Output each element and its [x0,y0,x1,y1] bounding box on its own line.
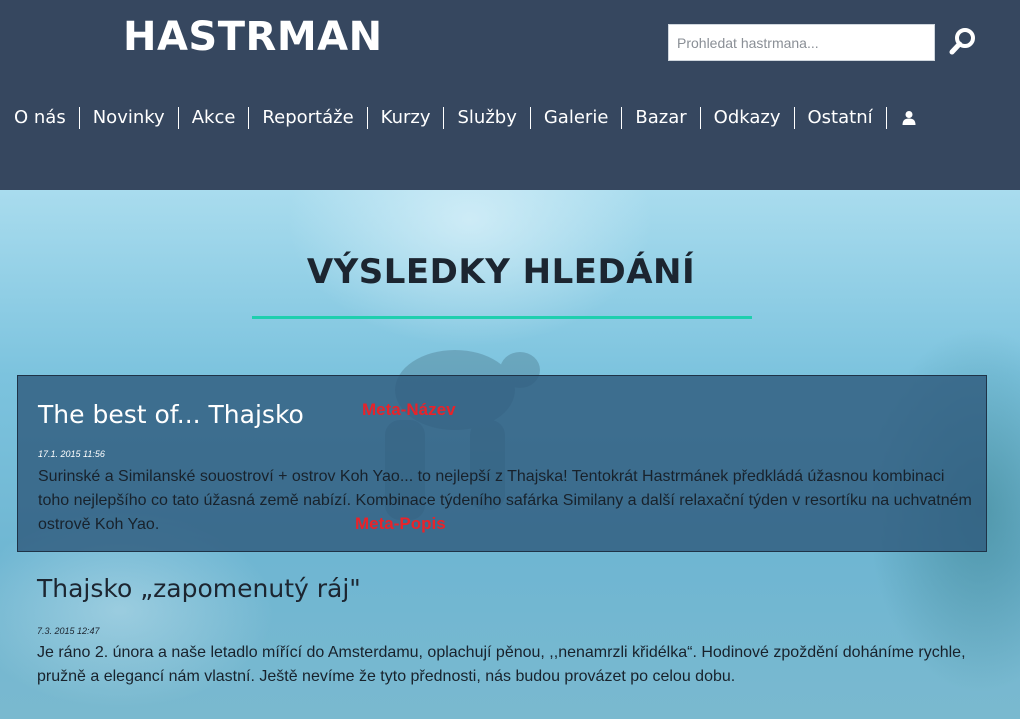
main-nav: O nás Novinky Akce Reportáže Kurzy Služb… [0,104,931,132]
result-date: 7.3. 2015 12:47 [37,626,100,636]
nav-item-odkazy[interactable]: Odkazy [701,107,794,129]
result-title-link[interactable]: Thajsko „zapomenutý ráj" [37,574,361,603]
search-icon [949,28,975,55]
search-input[interactable] [669,25,934,60]
nav-item-akce[interactable]: Akce [179,107,249,129]
result-date: 17.1. 2015 11:56 [38,449,105,459]
search-box [668,24,935,61]
result-title-link[interactable]: The best of... Thajsko [38,400,304,429]
nav-item-novinky[interactable]: Novinky [80,107,178,129]
nav-item-kurzy[interactable]: Kurzy [368,107,444,129]
result-description: Je ráno 2. února a naše letadlo mířící d… [37,644,966,685]
user-login-button[interactable] [887,107,931,129]
annotation-meta-description: Meta-Popis [355,514,446,533]
nav-item-galerie[interactable]: Galerie [531,107,622,129]
nav-item-bazar[interactable]: Bazar [622,107,699,129]
nav-item-ostatni[interactable]: Ostatní [795,107,886,129]
result-description: Surinské a Similanské souostroví + ostro… [38,468,972,533]
search-result-1: The best of... Thajsko 17.1. 2015 11:56 … [17,375,987,552]
nav-item-sluzby[interactable]: Služby [444,107,529,129]
annotation-meta-name: Meta-Název [362,400,456,419]
search-result-2: Thajsko „zapomenutý ráj" 7.3. 2015 12:47… [17,560,987,700]
nav-item-o-nas[interactable]: O nás [0,107,79,129]
page-title: VÝSLEDKY HLEDÁNÍ [306,252,696,292]
user-icon [902,111,916,125]
site-logo[interactable]: HASTRMAN [123,14,383,60]
site-header: HASTRMAN O nás Novinky Akce Reportáže Ku… [0,0,1020,190]
title-underline [252,316,752,319]
search-button[interactable] [946,24,982,60]
nav-item-reportaze[interactable]: Reportáže [249,107,366,129]
